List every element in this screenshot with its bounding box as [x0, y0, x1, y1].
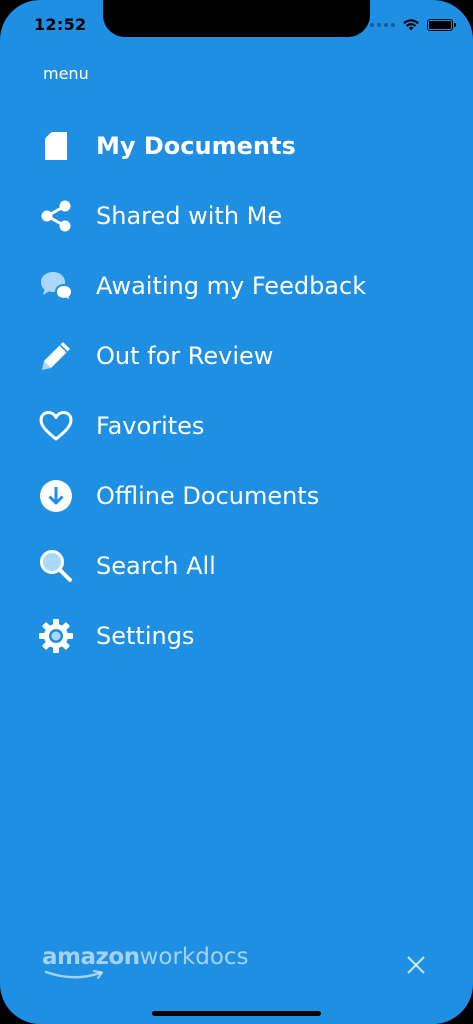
heart-icon	[38, 408, 74, 444]
battery-icon	[427, 18, 456, 31]
menu-item-settings[interactable]: Settings	[0, 601, 473, 671]
menu-item-awaiting-feedback[interactable]: Awaiting my Feedback	[0, 251, 473, 321]
logo-product: workdocs	[139, 944, 249, 970]
menu-item-offline-documents[interactable]: Offline Documents	[0, 461, 473, 531]
menu-item-label: Favorites	[96, 412, 205, 440]
document-icon	[38, 128, 74, 164]
menu-item-label: Search All	[96, 552, 216, 580]
status-icons	[370, 18, 456, 31]
menu-item-label: My Documents	[96, 132, 296, 160]
menu-item-out-for-review[interactable]: Out for Review	[0, 321, 473, 391]
cellular-signal-icon	[370, 22, 395, 27]
menu-list: My Documents Shared with Me Awaiting my …	[0, 111, 473, 671]
amazon-workdocs-logo: amazonworkdocs	[42, 944, 249, 980]
menu-item-label: Out for Review	[96, 342, 274, 370]
menu-item-search-all[interactable]: Search All	[0, 531, 473, 601]
menu-item-label: Settings	[96, 622, 195, 650]
menu-item-label: Awaiting my Feedback	[96, 272, 367, 300]
pencil-icon	[38, 338, 74, 374]
menu-item-label: Shared with Me	[96, 202, 283, 230]
device-notch	[103, 0, 370, 37]
home-indicator[interactable]	[152, 1011, 321, 1016]
close-icon	[407, 956, 425, 974]
menu-item-shared-with-me[interactable]: Shared with Me	[0, 181, 473, 251]
menu-item-label: Offline Documents	[96, 482, 320, 510]
menu-item-favorites[interactable]: Favorites	[0, 391, 473, 461]
menu-title: menu	[43, 64, 89, 83]
amazon-smile-icon	[44, 970, 104, 980]
share-icon	[38, 198, 74, 234]
search-icon	[38, 548, 74, 584]
wifi-icon	[403, 19, 419, 31]
app-screen: 12:52 menu My Documents Shared with Me A…	[0, 0, 473, 1024]
menu-item-my-documents[interactable]: My Documents	[0, 111, 473, 181]
close-button[interactable]	[404, 953, 428, 977]
logo-brand: amazon	[42, 944, 140, 970]
status-time: 12:52	[34, 15, 87, 34]
gear-icon	[38, 618, 74, 654]
download-icon	[38, 478, 74, 514]
chat-bubbles-icon	[38, 268, 74, 304]
